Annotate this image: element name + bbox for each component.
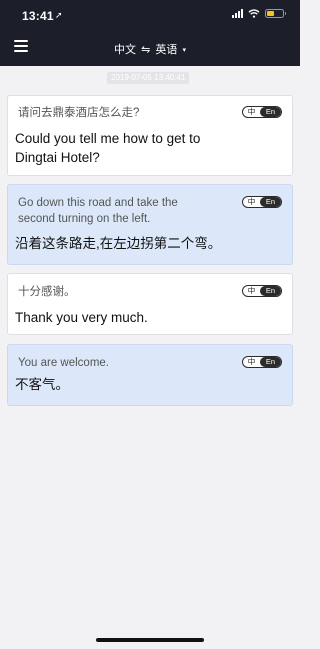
toggle-en: En <box>260 197 281 207</box>
battery-icon <box>265 9 286 18</box>
toggle-en: En <box>260 357 281 367</box>
message-source-text: 请问去鼎泰酒店怎么走? <box>18 107 140 119</box>
language-toggle[interactable]: 中 En <box>242 356 282 368</box>
message-source-text: You are welcome. <box>18 357 109 369</box>
message-source-line: second turning on the left. <box>18 213 151 225</box>
toggle-zh: 中 <box>247 286 256 295</box>
toggle-zh: 中 <box>247 197 256 206</box>
app-header: 13:41 ➚ 中文 ⇋ 英语 ▾ <box>0 0 300 66</box>
home-indicator[interactable] <box>96 638 204 642</box>
message-translation-line: Could you tell me how to get to <box>15 131 201 146</box>
location-arrow-icon: ➚ <box>55 10 63 20</box>
wifi-icon <box>248 9 260 18</box>
signal-icon <box>232 9 243 18</box>
chevron-down-icon: ▾ <box>182 47 186 54</box>
message-card: Go down this road and take the second tu… <box>7 184 293 265</box>
message-source-line: Go down this road and take the <box>18 197 178 209</box>
message-translation-text: 沿着这条路走,在左边拐第二个弯。 <box>15 236 222 251</box>
toggle-zh: 中 <box>247 107 256 116</box>
status-icons <box>232 9 286 18</box>
language-selector[interactable]: 中文 ⇋ 英语 ▾ <box>0 41 300 57</box>
source-language: 中文 <box>114 44 137 56</box>
toggle-zh: 中 <box>247 357 256 366</box>
target-language: 英语 <box>155 44 178 56</box>
message-card: 请问去鼎泰酒店怎么走? 中 En Could you tell me how t… <box>7 95 293 176</box>
language-toggle[interactable]: 中 En <box>242 196 282 208</box>
message-card: You are welcome. 中 En 不客气。 <box>7 344 293 406</box>
toggle-en: En <box>260 107 281 117</box>
conversation-timestamp: 2019-07-05 13:40:41 <box>107 72 190 84</box>
message-translation-line: Dingtai Hotel? <box>15 150 100 165</box>
message-translation-text: Thank you very much. <box>15 310 148 325</box>
status-time: 13:41 <box>22 9 54 23</box>
message-source-text: 十分感谢。 <box>18 286 76 298</box>
message-translation-text: 不客气。 <box>15 377 69 392</box>
swap-icon: ⇋ <box>141 44 151 56</box>
message-card: 十分感谢。 中 En Thank you very much. <box>7 273 293 335</box>
language-toggle[interactable]: 中 En <box>242 285 282 297</box>
toggle-en: En <box>260 286 281 296</box>
language-toggle[interactable]: 中 En <box>242 106 282 118</box>
